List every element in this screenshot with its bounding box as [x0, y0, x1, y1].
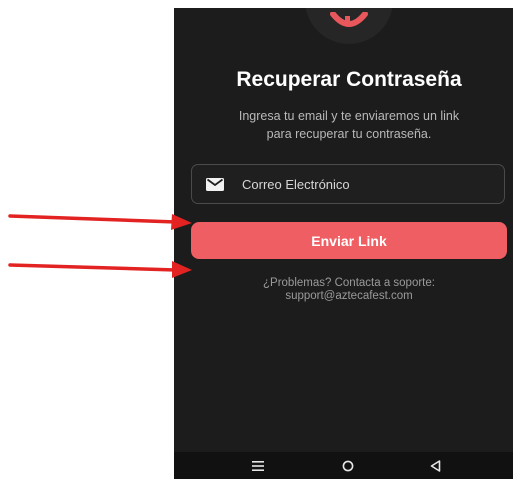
email-field[interactable]: [242, 176, 504, 192]
annotation-arrow-1: [8, 214, 192, 230]
system-nav-bar: [174, 452, 513, 479]
send-link-button[interactable]: Enviar Link: [191, 222, 507, 259]
recent-apps-button[interactable]: [240, 452, 276, 479]
subtitle-line-2: para recuperar tu contraseña.: [266, 127, 432, 141]
support-email[interactable]: support@aztecafest.com: [174, 290, 513, 303]
logo-icon: [330, 12, 368, 27]
back-icon: [430, 459, 440, 472]
annotation-arrow-2: [8, 261, 192, 278]
page-subtitle: Ingresa tu email y te enviaremos un link…: [196, 107, 502, 143]
email-field-container[interactable]: [191, 164, 505, 204]
home-button[interactable]: [330, 452, 366, 479]
app-screen: Recuperar Contraseña Ingresa tu email y …: [174, 8, 513, 479]
page-title: Recuperar Contraseña: [236, 68, 462, 91]
home-icon: [342, 460, 354, 471]
mail-icon: [206, 177, 224, 191]
subtitle-line-1: Ingresa tu email y te enviaremos un link: [238, 109, 460, 123]
back-button[interactable]: [417, 452, 453, 479]
support-line-1: ¿Problemas? Contacta a soporte:: [263, 277, 435, 289]
menu-icon: [252, 460, 264, 471]
support-text: ¿Problemas? Contacta a soporte: support@…: [174, 277, 513, 303]
app-logo: [305, 8, 393, 44]
